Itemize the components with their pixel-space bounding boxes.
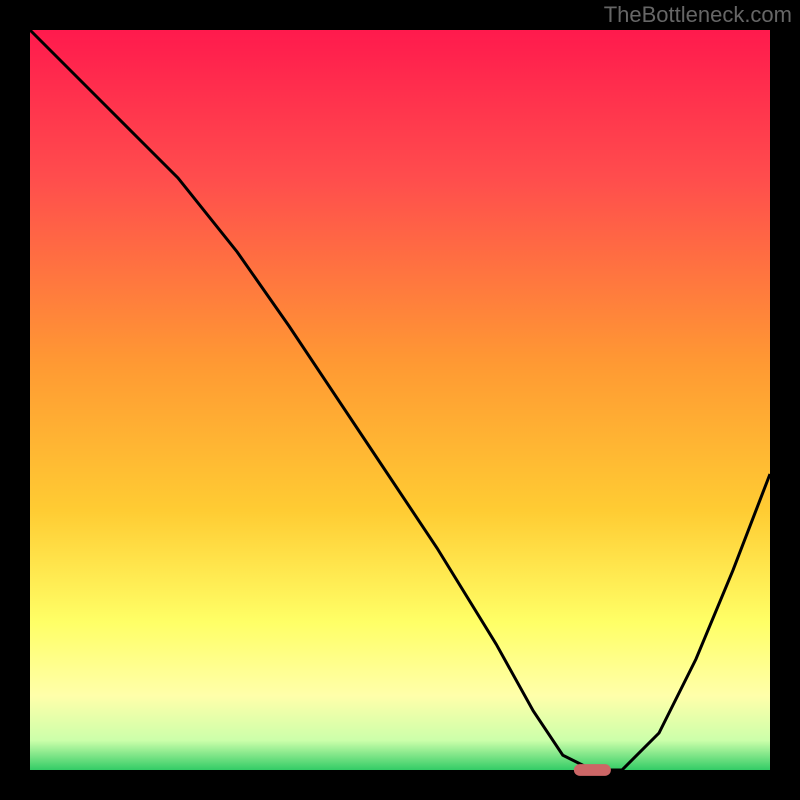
watermark-text: TheBottleneck.com bbox=[604, 2, 792, 27]
optimal-marker bbox=[574, 764, 611, 776]
chart-root: TheBottleneck.com bbox=[0, 0, 800, 800]
